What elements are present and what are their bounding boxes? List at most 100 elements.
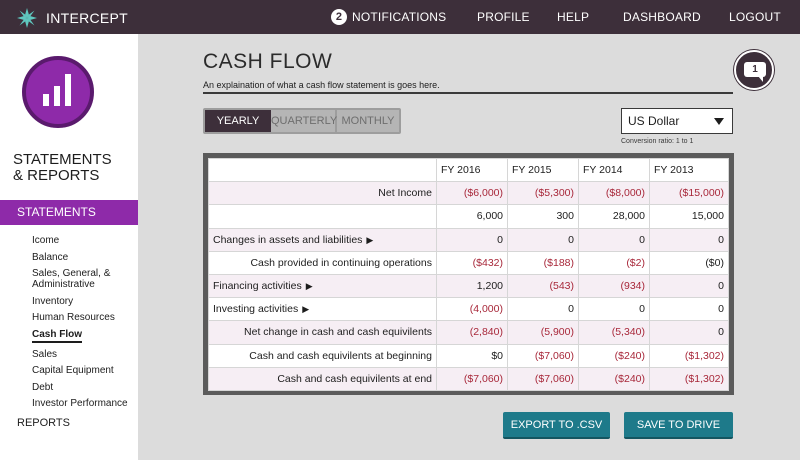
table-row[interactable]: Financing activities ▶ 1,200 (543) (934) 0: [208, 273, 729, 299]
nav-dashboard[interactable]: DASHBOARD: [623, 10, 701, 24]
sidebar-item-capital-equipment[interactable]: Capital Equipment: [32, 365, 136, 376]
table-row: Net Income ($6,000) ($5,300) ($8,000) ($15,0…: [208, 181, 729, 206]
expand-arrow-icon[interactable]: ▶: [306, 281, 313, 291]
period-selector: YEARLY QUARTERLY MONTHLY: [203, 108, 401, 134]
sidebar-item-debt[interactable]: Debt: [32, 382, 136, 393]
currency-select[interactable]: US Dollar: [621, 108, 733, 134]
row-label: Investing activities ▶: [208, 297, 437, 322]
table-cell: 0: [649, 273, 729, 299]
sidebar-item-sales[interactable]: Sales: [32, 349, 136, 360]
chat-help-button[interactable]: 1: [734, 50, 774, 90]
sidebar-section-statements[interactable]: STATEMENTS: [0, 200, 138, 225]
sidebar-item-investor-performance[interactable]: Investor Performance: [32, 398, 136, 409]
table-cell: ($1,302): [649, 366, 729, 391]
save-to-drive-button[interactable]: SAVE TO DRIVE: [624, 412, 733, 439]
column-header: FY 2016: [436, 157, 508, 183]
row-label: Cash provided in continuing operations: [208, 250, 437, 275]
title-divider: [203, 92, 733, 94]
table-cell: 0: [649, 227, 729, 252]
tab-quarterly[interactable]: QUARTERLY: [271, 110, 337, 132]
brand-name: INTERCEPT: [46, 10, 129, 26]
table-row: Cash and cash equivilents at beginning $0…: [208, 343, 729, 368]
row-label-text: Net change in cash and cash equivilents: [244, 326, 432, 339]
nav-notifications[interactable]: 2 NOTIFICATIONS: [331, 9, 447, 26]
row-label-text: Cash provided in continuing operations: [250, 256, 432, 269]
table-cell: 6,000: [436, 204, 508, 229]
table-cell: ($2): [578, 250, 650, 275]
table-cell: (2,840): [436, 320, 508, 345]
row-label: Changes in assets and liabilities ▶: [208, 227, 437, 252]
row-label-text: Cash and cash equivilents at end: [277, 372, 432, 385]
table-cell: ($7,060): [507, 366, 579, 391]
top-bar: INTERCEPT 2 NOTIFICATIONS PROFILE HELP DA…: [0, 0, 800, 34]
column-header: FY 2014: [578, 157, 650, 183]
table-cell: ($5,300): [507, 181, 579, 206]
table-cell: ($240): [578, 366, 650, 391]
row-label: Net Income: [208, 181, 437, 206]
table-cell: (543): [507, 273, 579, 299]
export-csv-button[interactable]: EXPORT TO .CSV: [503, 412, 610, 439]
table-row: Cash provided in continuing operations ($…: [208, 250, 729, 275]
table-cell: 0: [649, 320, 729, 345]
table-cell: 300: [507, 204, 579, 229]
table-cell: 0: [649, 297, 729, 322]
sidebar-item-cash-flow[interactable]: Cash Flow: [32, 329, 83, 343]
notification-count-badge: 2: [331, 9, 347, 25]
sidebar-section-reports[interactable]: REPORTS: [17, 417, 70, 429]
table-cell: (4,000): [436, 297, 508, 322]
row-label: Cash and cash equivilents at end: [208, 366, 437, 391]
sidebar-item-inventory[interactable]: Inventory: [32, 296, 136, 307]
table-cell: (5,900): [507, 320, 579, 345]
column-header: FY 2013: [649, 157, 729, 183]
row-label-text: Cash and cash equivilents at beginning: [249, 349, 432, 362]
table-cell: 0: [578, 227, 650, 252]
row-label: Cash and cash equivilents at beginning: [208, 343, 437, 368]
table-cell: 28,000: [578, 204, 650, 229]
row-label-text: Changes in assets and liabilities: [213, 233, 363, 246]
table-cell: $0: [436, 343, 508, 368]
nav-help[interactable]: HELP: [557, 10, 589, 24]
expand-arrow-icon[interactable]: ▶: [366, 235, 373, 245]
cash-flow-table-frame: FY 2016 FY 2015 FY 2014 FY 2013 Net Inco…: [203, 153, 734, 395]
table-cell: ($8,000): [578, 181, 650, 206]
table-cell: 0: [507, 297, 579, 322]
column-header: FY 2015: [507, 157, 579, 183]
sidebar-item-sga[interactable]: Sales, General, & Administrative: [32, 268, 136, 290]
conversion-ratio: Conversion ratio: 1 to 1: [621, 138, 694, 145]
table-cell: ($0): [649, 250, 729, 275]
brand[interactable]: INTERCEPT: [16, 7, 128, 29]
expand-arrow-icon[interactable]: ▶: [302, 304, 309, 314]
table-row[interactable]: Investing activities ▶ (4,000) 0 0 0: [208, 297, 729, 322]
table-row: Cash and cash equivilents at end ($7,060)…: [208, 366, 729, 391]
page-title: CASH FLOW: [203, 50, 333, 73]
row-label: [208, 204, 437, 229]
nav-profile[interactable]: PROFILE: [477, 10, 530, 24]
table-row: 6,000 300 28,000 15,000: [208, 204, 729, 229]
intercept-logo-icon: [17, 8, 37, 28]
row-label: Financing activities ▶: [208, 273, 437, 299]
table-cell: 0: [436, 227, 508, 252]
table-row[interactable]: Changes in assets and liabilities ▶ 0 0 0 0: [208, 227, 729, 252]
row-label: Net change in cash and cash equivilents: [208, 320, 437, 345]
table-cell: ($7,060): [436, 366, 508, 391]
table-cell: 0: [507, 227, 579, 252]
table-cell: 15,000: [649, 204, 729, 229]
sidebar: STATEMENTS & REPORTS STATEMENTS Icome Ba…: [0, 34, 138, 460]
table-cell: ($6,000): [436, 181, 508, 206]
row-label-text: Financing activities: [213, 280, 302, 293]
table-cell: (5,340): [578, 320, 650, 345]
row-label-text: Investing activities: [213, 303, 299, 316]
chevron-down-icon: [714, 118, 724, 125]
table-cell: 0: [578, 297, 650, 322]
tab-yearly[interactable]: YEARLY: [205, 110, 271, 132]
sidebar-item-income[interactable]: Icome: [32, 235, 136, 246]
tab-monthly[interactable]: MONTHLY: [337, 110, 399, 132]
nav-logout[interactable]: LOGOUT: [729, 10, 781, 24]
table-row: Net change in cash and cash equivilents (…: [208, 320, 729, 345]
sidebar-submenu: Icome Balance Sales, General, & Administ…: [32, 235, 136, 415]
sidebar-item-balance[interactable]: Balance: [32, 252, 136, 263]
cash-flow-table: FY 2016 FY 2015 FY 2014 FY 2013 Net Inco…: [208, 157, 729, 391]
nav-notifications-label: NOTIFICATIONS: [352, 10, 447, 25]
table-header-label: [208, 157, 437, 183]
sidebar-item-human-resources[interactable]: Human Resources: [32, 312, 136, 323]
